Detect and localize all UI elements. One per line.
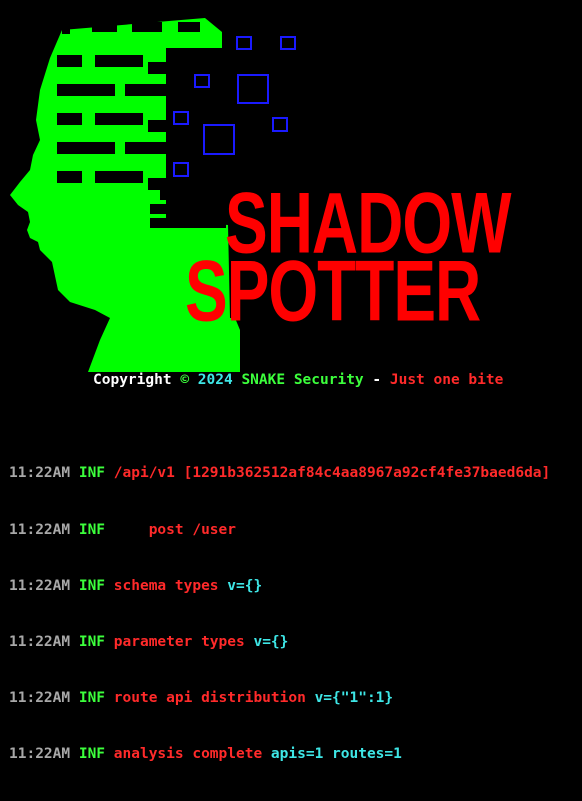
log-line: 11:22AM INF schema types v={}: [9, 577, 550, 596]
log-fields: apis=1 routes=1: [270, 745, 402, 762]
copyright-dash: -: [372, 372, 382, 388]
log-line: 11:22AM INF /api/v1 [1291b362512af84c4aa…: [9, 464, 550, 483]
copyright-org: SNAKE Security: [241, 372, 364, 388]
log-level: INF: [78, 521, 106, 538]
log-time: 11:22AM: [9, 577, 71, 594]
log-level: INF: [78, 745, 106, 762]
terminal-window: SHADOW SPOTTER Copyright © 2024 SNAKE Se…: [0, 0, 582, 762]
log-line: 11:22AM INF parameter types v={}: [9, 633, 550, 652]
log-fields: v={}: [227, 577, 263, 594]
log-level: INF: [78, 577, 106, 594]
copyright-line: Copyright © 2024 SNAKE Security - Just o…: [93, 371, 503, 389]
log-line: 11:22AM INF route api distribution v={"1…: [9, 689, 550, 708]
log-message: analysis complete: [113, 745, 263, 762]
copyright-year: 2024: [197, 372, 233, 388]
log-time: 11:22AM: [9, 633, 71, 650]
log-line: 11:22AM INF post /user: [9, 521, 550, 540]
copyright-tagline: Just one bite: [389, 372, 504, 388]
log-output: 11:22AM INF /api/v1 [1291b362512af84c4aa…: [9, 427, 550, 801]
log-level: INF: [78, 633, 106, 650]
logo-title-spotter: SPOTTER: [185, 242, 481, 340]
log-fields: v={"1":1}: [314, 689, 394, 706]
log-line: 11:22AM INF analysis complete apis=1 rou…: [9, 745, 550, 764]
log-time: 11:22AM: [9, 745, 71, 762]
copyright-label: Copyright: [93, 372, 172, 388]
log-time: 11:22AM: [9, 465, 71, 482]
log-time: 11:22AM: [9, 521, 71, 538]
log-fields: v={}: [253, 633, 289, 650]
log-level: INF: [78, 689, 106, 706]
log-message: post /user: [113, 521, 236, 538]
shadow-spotter-logo: SHADOW SPOTTER: [0, 0, 582, 375]
log-time: 11:22AM: [9, 689, 71, 706]
log-message: schema types: [113, 577, 219, 594]
copyright-symbol: ©: [180, 372, 190, 388]
log-message: /api/v1 [1291b362512af84c4aa8967a92cf4fe…: [113, 465, 551, 482]
log-level: INF: [78, 465, 106, 482]
pixel-squares: [173, 36, 296, 177]
log-message: parameter types: [113, 633, 245, 650]
log-message: route api distribution: [113, 689, 306, 706]
